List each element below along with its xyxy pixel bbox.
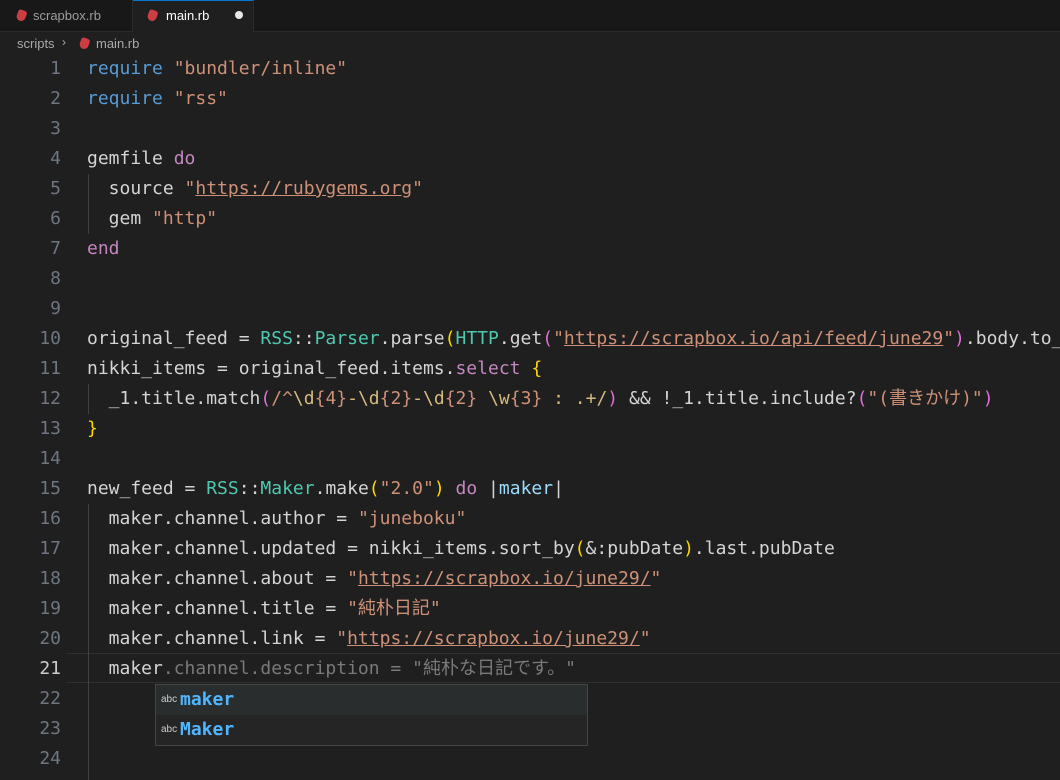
unsaved-dot-icon[interactable] xyxy=(235,11,243,19)
autocomplete-suggest-widget: abc maker abc Maker xyxy=(155,684,588,746)
ruby-file-icon xyxy=(146,8,159,23)
tab-main-rb[interactable]: main.rb xyxy=(133,0,254,32)
line-number: 5 xyxy=(50,178,61,199)
breadcrumb-folder[interactable]: scripts xyxy=(17,36,55,51)
code-line-16: maker.channel.author = "juneboku" xyxy=(87,508,467,529)
text-word-icon: abc xyxy=(161,694,178,705)
code-line-2: require "rss" xyxy=(87,88,228,109)
line-number: 4 xyxy=(50,148,61,169)
suggestion-label: maker xyxy=(180,689,235,710)
breadcrumb-file[interactable]: main.rb xyxy=(96,36,139,51)
line-number: 24 xyxy=(39,748,61,769)
code-line-7: end xyxy=(87,238,120,259)
tab-label: main.rb xyxy=(166,8,210,23)
suggestion-item[interactable]: abc Maker xyxy=(156,715,587,745)
tab-scrapbox-rb[interactable]: scrapbox.rb xyxy=(0,0,133,31)
line-number: 19 xyxy=(39,598,61,619)
code-line-5: source "https://rubygems.org" xyxy=(87,178,423,199)
line-number: 20 xyxy=(39,628,61,649)
breadcrumb: scripts › main.rb xyxy=(0,32,1060,54)
line-number: 23 xyxy=(39,718,61,739)
line-number: 8 xyxy=(50,268,61,289)
code-line-15: new_feed = RSS::Maker.make("2.0") do |ma… xyxy=(87,478,564,499)
line-number: 16 xyxy=(39,508,61,529)
line-number: 6 xyxy=(50,208,61,229)
line-number-current: 21 xyxy=(39,658,61,679)
line-number: 14 xyxy=(39,448,61,469)
line-number: 10 xyxy=(39,328,61,349)
url-link: https://scrapbox.io/api/feed/june29 xyxy=(563,328,944,349)
code-line-10: original_feed = RSS::Parser.parse(HTTP.g… xyxy=(87,328,1060,349)
url-link: https://scrapbox.io/june29/ xyxy=(347,628,640,649)
line-number: 13 xyxy=(39,418,61,439)
ruby-file-icon xyxy=(15,8,28,23)
line-number: 18 xyxy=(39,568,61,589)
code-line-11: nikki_items = original_feed.items.select… xyxy=(87,358,543,379)
line-number: 2 xyxy=(50,88,61,109)
tab-label: scrapbox.rb xyxy=(33,8,101,23)
line-number: 15 xyxy=(39,478,61,499)
code-line-20: maker.channel.link = "https://scrapbox.i… xyxy=(87,628,651,649)
line-number: 17 xyxy=(39,538,61,559)
code-line-1: require "bundler/inline" xyxy=(87,58,348,79)
code-line-6: gem "http" xyxy=(87,208,218,229)
url-link: https://scrapbox.io/june29/ xyxy=(357,568,651,589)
code-line-18: maker.channel.about = "https://scrapbox.… xyxy=(87,568,662,589)
code-line-21[interactable]: maker.channel.description = "純朴な日記です。" xyxy=(87,654,576,684)
line-number: 7 xyxy=(50,238,61,259)
line-number: 3 xyxy=(50,118,61,139)
code-editor[interactable]: 1 2 3 4 5 6 7 8 9 10 11 12 13 14 15 16 1… xyxy=(0,54,1060,780)
code-line-4: gemfile do xyxy=(87,148,196,169)
code-line-13: } xyxy=(87,418,98,439)
line-number: 9 xyxy=(50,298,61,319)
inline-suggestion-ghost-text: .channel.description = "純朴な日記です。" xyxy=(162,658,576,679)
line-number: 11 xyxy=(39,358,61,379)
line-number: 12 xyxy=(39,388,61,409)
text-word-icon: abc xyxy=(161,724,178,735)
suggestion-item[interactable]: abc maker xyxy=(156,685,587,715)
code-line-12: _1.title.match(/^\d{4}-\d{2}-\d{2} \w{3}… xyxy=(87,388,994,409)
suggestion-label: Maker xyxy=(180,719,235,740)
ruby-file-icon xyxy=(78,36,91,51)
code-line-19: maker.channel.title = "純朴日記" xyxy=(87,598,441,619)
url-link: https://rubygems.org xyxy=(195,178,413,199)
tab-bar: scrapbox.rb main.rb xyxy=(0,0,1060,32)
code-line-17: maker.channel.updated = nikki_items.sort… xyxy=(87,538,835,559)
line-number: 1 xyxy=(50,58,61,79)
chevron-right-icon: › xyxy=(62,35,66,49)
line-number: 22 xyxy=(39,688,61,709)
